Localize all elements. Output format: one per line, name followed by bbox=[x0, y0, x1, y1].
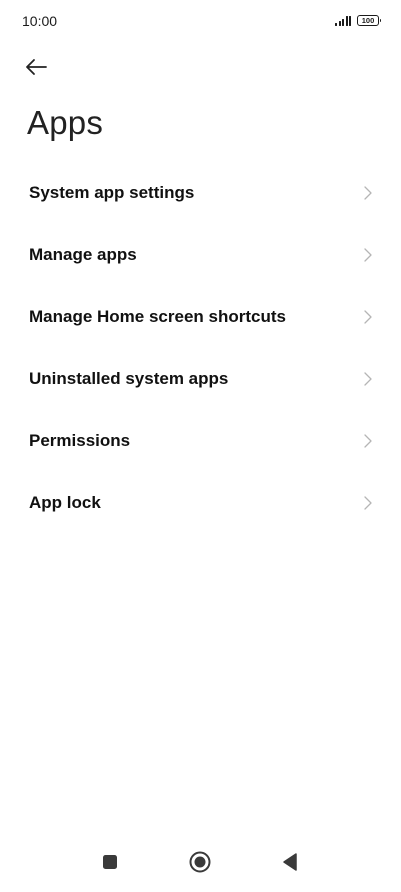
menu-item-app-lock[interactable]: App lock bbox=[0, 472, 401, 534]
settings-menu: System app settings Manage apps Manage H… bbox=[0, 162, 401, 534]
circle-icon bbox=[189, 851, 211, 873]
menu-item-uninstalled-system-apps[interactable]: Uninstalled system apps bbox=[0, 348, 401, 410]
menu-item-permissions[interactable]: Permissions bbox=[0, 410, 401, 472]
nav-home-button[interactable] bbox=[186, 848, 214, 876]
menu-item-label: Manage Home screen shortcuts bbox=[29, 307, 286, 326]
menu-item-label: Manage apps bbox=[29, 245, 137, 264]
menu-item-label: Uninstalled system apps bbox=[29, 369, 229, 388]
back-button[interactable] bbox=[24, 50, 58, 84]
menu-item-system-app-settings[interactable]: System app settings bbox=[0, 162, 401, 224]
menu-item-label: System app settings bbox=[29, 183, 195, 202]
battery-level: 100 bbox=[361, 15, 375, 25]
navigation-bar bbox=[0, 836, 401, 892]
page-title: Apps bbox=[27, 104, 104, 141]
arrow-left-icon bbox=[26, 59, 47, 75]
chevron-right-icon bbox=[363, 186, 373, 200]
battery-icon: 100 bbox=[357, 15, 381, 26]
status-time: 10:00 bbox=[22, 13, 58, 29]
triangle-back-icon bbox=[283, 853, 297, 871]
status-bar: 10:00 100 bbox=[0, 0, 401, 44]
chevron-right-icon bbox=[363, 248, 373, 262]
signal-icon bbox=[335, 15, 351, 26]
nav-recents-button[interactable] bbox=[96, 848, 124, 876]
menu-item-label: Permissions bbox=[29, 431, 131, 450]
chevron-right-icon bbox=[363, 496, 373, 510]
menu-item-manage-apps[interactable]: Manage apps bbox=[0, 224, 401, 286]
menu-item-manage-home-screen-shortcuts[interactable]: Manage Home screen shortcuts bbox=[0, 286, 401, 348]
chevron-right-icon bbox=[363, 372, 373, 386]
menu-item-label: App lock bbox=[29, 493, 101, 512]
chevron-right-icon bbox=[363, 310, 373, 324]
status-icons: 100 bbox=[335, 15, 381, 26]
square-icon bbox=[103, 855, 117, 869]
chevron-right-icon bbox=[363, 434, 373, 448]
nav-back-button[interactable] bbox=[276, 848, 304, 876]
